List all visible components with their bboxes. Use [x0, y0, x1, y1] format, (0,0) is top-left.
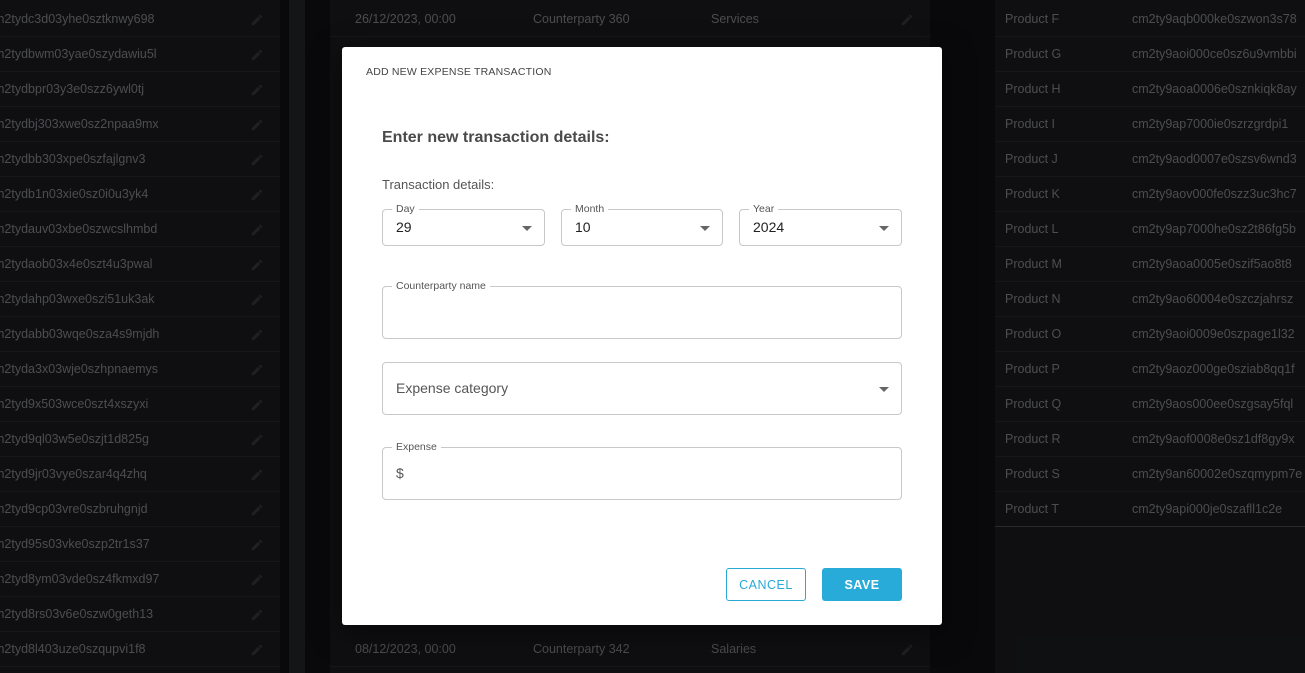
expense-amount-input[interactable]: Expense $: [382, 440, 902, 500]
save-button[interactable]: SAVE: [822, 568, 902, 601]
category-placeholder: Expense category: [396, 380, 509, 396]
expense-label: Expense: [392, 440, 441, 454]
year-label: Year: [749, 202, 779, 216]
expense-category-select[interactable]: Expense category: [382, 362, 902, 415]
month-select[interactable]: Month 10: [561, 202, 723, 246]
transaction-details-label: Transaction details:: [382, 177, 495, 192]
day-select[interactable]: Day 29: [382, 202, 545, 246]
counterparty-name-input[interactable]: Counterparty name: [382, 279, 902, 339]
chevron-down-icon: [879, 226, 889, 231]
day-label: Day: [392, 202, 419, 216]
counterparty-label: Counterparty name: [392, 279, 490, 293]
chevron-down-icon: [700, 226, 710, 231]
section-heading: Enter new transaction details:: [382, 129, 610, 146]
year-value: 2024: [753, 219, 785, 235]
dialog-title: ADD NEW EXPENSE TRANSACTION: [366, 66, 552, 78]
chevron-down-icon: [879, 387, 889, 392]
add-expense-dialog: ADD NEW EXPENSE TRANSACTION Enter new tr…: [342, 47, 942, 625]
year-select[interactable]: Year 2024: [739, 202, 902, 246]
month-label: Month: [571, 202, 609, 216]
currency-prefix: $: [396, 465, 404, 481]
chevron-down-icon: [522, 226, 532, 231]
day-value: 29: [396, 219, 412, 235]
cancel-button[interactable]: CANCEL: [726, 568, 806, 601]
month-value: 10: [575, 219, 591, 235]
